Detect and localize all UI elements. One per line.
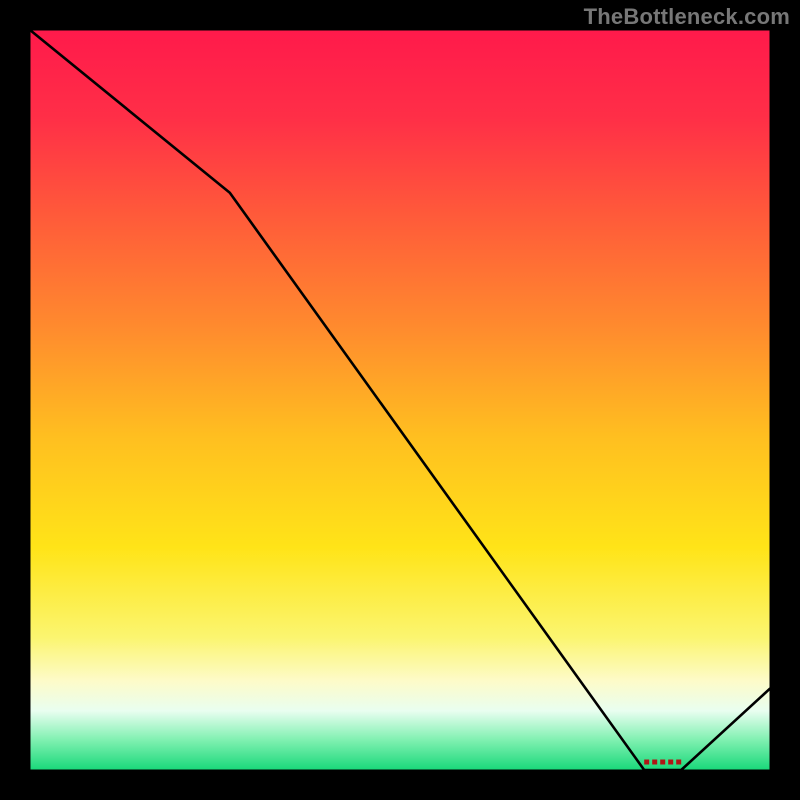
bottleneck-chart: [0, 0, 800, 800]
chart-stage: TheBottleneck.com: [0, 0, 800, 800]
